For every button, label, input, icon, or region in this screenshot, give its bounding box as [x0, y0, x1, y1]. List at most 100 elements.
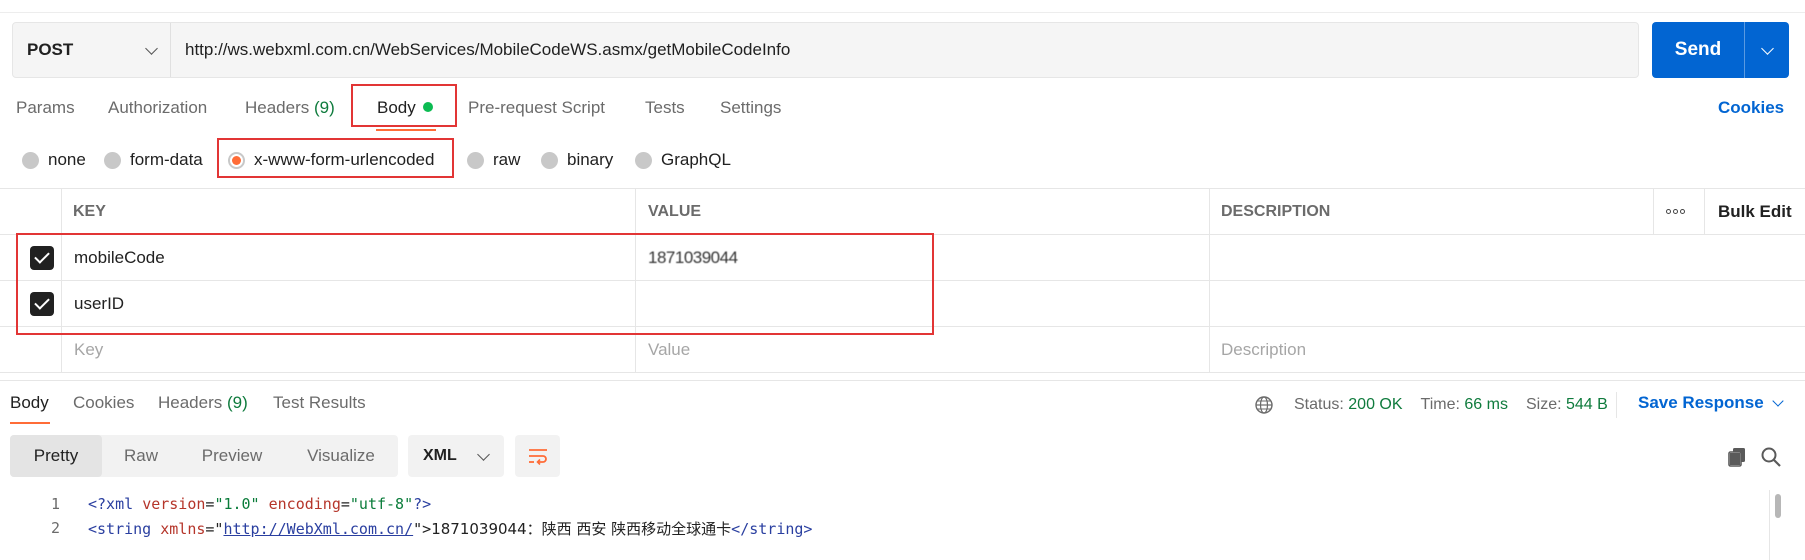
- wrap-lines-button[interactable]: [515, 435, 560, 477]
- tab-headers[interactable]: Headers (9): [245, 98, 335, 118]
- code-line: 1 <?xml version="1.0" encoding="utf-8"?>: [0, 492, 1780, 516]
- send-options-button[interactable]: [1745, 22, 1789, 78]
- xml-eq: =: [340, 495, 350, 513]
- size-value[interactable]: 544 B: [1566, 396, 1608, 414]
- save-response-button[interactable]: Save Response: [1638, 393, 1784, 413]
- view-tab-preview[interactable]: Preview: [180, 435, 284, 477]
- code-line: 2 <string xmlns="http://WebXml.com.cn/">…: [0, 516, 1780, 540]
- tab-params[interactable]: Params: [16, 98, 75, 118]
- params-table: KEY VALUE DESCRIPTION Bulk Edit mobileCo…: [0, 188, 1805, 373]
- view-tab-raw[interactable]: Raw: [102, 435, 180, 477]
- tab-pre-request-script[interactable]: Pre-request Script: [468, 98, 605, 118]
- method-select[interactable]: POST: [13, 23, 171, 77]
- chevron-down-icon: [1772, 395, 1784, 407]
- xml-attr: version: [142, 495, 206, 513]
- radio-binary[interactable]: binary: [541, 150, 613, 170]
- column-divider: [635, 327, 636, 372]
- status-divider: [1616, 392, 1617, 418]
- radio-circle-icon: [104, 151, 121, 169]
- radio-raw-label: raw: [493, 150, 521, 169]
- key-cell[interactable]: userID: [74, 281, 124, 326]
- status-value[interactable]: 200 OK: [1348, 396, 1402, 414]
- response-tab-cookies[interactable]: Cookies: [73, 393, 134, 413]
- response-code-editor[interactable]: 1 <?xml version="1.0" encoding="utf-8"?>…: [0, 492, 1780, 540]
- radio-form-data-label: form-data: [130, 150, 203, 169]
- top-divider: [0, 12, 1805, 13]
- xml-value: "1.0": [214, 495, 260, 513]
- table-header-row: KEY VALUE DESCRIPTION Bulk Edit: [0, 189, 1805, 235]
- response-divider: [0, 380, 1805, 381]
- xml-text-content: 1871039044：陕西 西安 陕西移动全球通卡: [431, 519, 732, 538]
- value-cell[interactable]: 1871039044: [648, 235, 738, 280]
- time-value[interactable]: 66 ms: [1464, 396, 1508, 414]
- radio-circle-icon: [541, 151, 558, 169]
- row-checkbox[interactable]: [30, 281, 54, 326]
- more-horizontal-icon: [1666, 209, 1685, 214]
- response-tab-headers-label: Headers: [158, 393, 223, 412]
- time-label: Time:: [1420, 396, 1460, 413]
- response-view-tabs: Pretty Raw Preview Visualize: [10, 435, 398, 477]
- bulk-edit-button[interactable]: Bulk Edit: [1718, 189, 1792, 234]
- format-label: XML: [423, 447, 457, 464]
- save-response-label: Save Response: [1638, 393, 1764, 412]
- new-key-input[interactable]: Key: [74, 327, 103, 372]
- tab-body[interactable]: Body: [377, 98, 433, 118]
- copy-icon[interactable]: [1726, 446, 1748, 468]
- url-input[interactable]: http://ws.webxml.com.cn/WebServices/Mobi…: [171, 23, 1638, 77]
- column-value-header: VALUE: [648, 202, 702, 220]
- column-divider: [61, 327, 62, 372]
- scrollbar-track: [1769, 490, 1770, 560]
- headers-count: (9): [314, 98, 335, 117]
- column-divider: [1653, 189, 1654, 234]
- radio-form-data[interactable]: form-data: [104, 150, 203, 170]
- tab-authorization[interactable]: Authorization: [108, 98, 207, 118]
- response-headers-count: (9): [227, 393, 248, 412]
- more-options-button[interactable]: [1666, 189, 1685, 234]
- line-number: 1: [50, 495, 60, 513]
- response-tab-test-results[interactable]: Test Results: [273, 393, 366, 413]
- xml-tag-close: </string>: [731, 519, 813, 538]
- xml-quote: ">: [413, 519, 432, 538]
- column-divider: [1209, 235, 1210, 280]
- row-checkbox[interactable]: [30, 235, 54, 280]
- format-select[interactable]: XML: [408, 435, 504, 477]
- xml-namespace-link[interactable]: http://WebXml.com.cn/: [223, 520, 413, 538]
- code-scrollbar[interactable]: [1775, 494, 1781, 518]
- request-tabs: Params Authorization Headers (9) Body Pr…: [0, 98, 1805, 124]
- size-label: Size:: [1525, 396, 1562, 413]
- new-value-input[interactable]: Value: [648, 327, 690, 372]
- key-cell[interactable]: mobileCode: [74, 235, 165, 280]
- description-cell[interactable]: [1221, 235, 1781, 280]
- chevron-down-icon: [1760, 41, 1774, 55]
- response-tab-underline: [10, 422, 50, 424]
- view-tab-visualize[interactable]: Visualize: [284, 435, 398, 477]
- send-button-group: Send: [1652, 22, 1789, 78]
- radio-graphql[interactable]: GraphQL: [635, 150, 731, 170]
- tab-settings[interactable]: Settings: [720, 98, 781, 118]
- table-row: mobileCode 1871039044: [0, 235, 1805, 281]
- response-tab-body[interactable]: Body: [10, 393, 49, 413]
- url-text: http://ws.webxml.com.cn/WebServices/Mobi…: [185, 40, 791, 59]
- view-tab-pretty[interactable]: Pretty: [10, 435, 102, 477]
- value-cell[interactable]: [648, 281, 1198, 326]
- xml-tag-open: <string: [88, 519, 161, 538]
- send-button[interactable]: Send: [1652, 22, 1744, 78]
- column-divider: [635, 189, 636, 234]
- radio-none[interactable]: none: [22, 150, 86, 170]
- globe-icon[interactable]: [1254, 395, 1274, 415]
- line-number: 2: [50, 519, 60, 537]
- search-icon[interactable]: [1760, 446, 1782, 468]
- radio-x-www-form-urlencoded[interactable]: x-www-form-urlencoded: [228, 150, 434, 170]
- radio-raw[interactable]: raw: [467, 150, 520, 170]
- radio-circle-icon: [467, 151, 484, 169]
- table-row: userID: [0, 281, 1805, 327]
- description-cell[interactable]: [1221, 281, 1781, 326]
- cookies-link[interactable]: Cookies: [1718, 98, 1784, 118]
- response-tab-headers[interactable]: Headers (9): [158, 393, 248, 413]
- table-row-new: Key Value Description: [0, 327, 1805, 373]
- column-divider: [635, 235, 636, 280]
- code-line-content: <?xml version="1.0" encoding="utf-8"?>: [88, 495, 431, 513]
- new-description-input[interactable]: Description: [1221, 327, 1306, 372]
- method-label: POST: [27, 40, 74, 59]
- tab-tests[interactable]: Tests: [645, 98, 685, 118]
